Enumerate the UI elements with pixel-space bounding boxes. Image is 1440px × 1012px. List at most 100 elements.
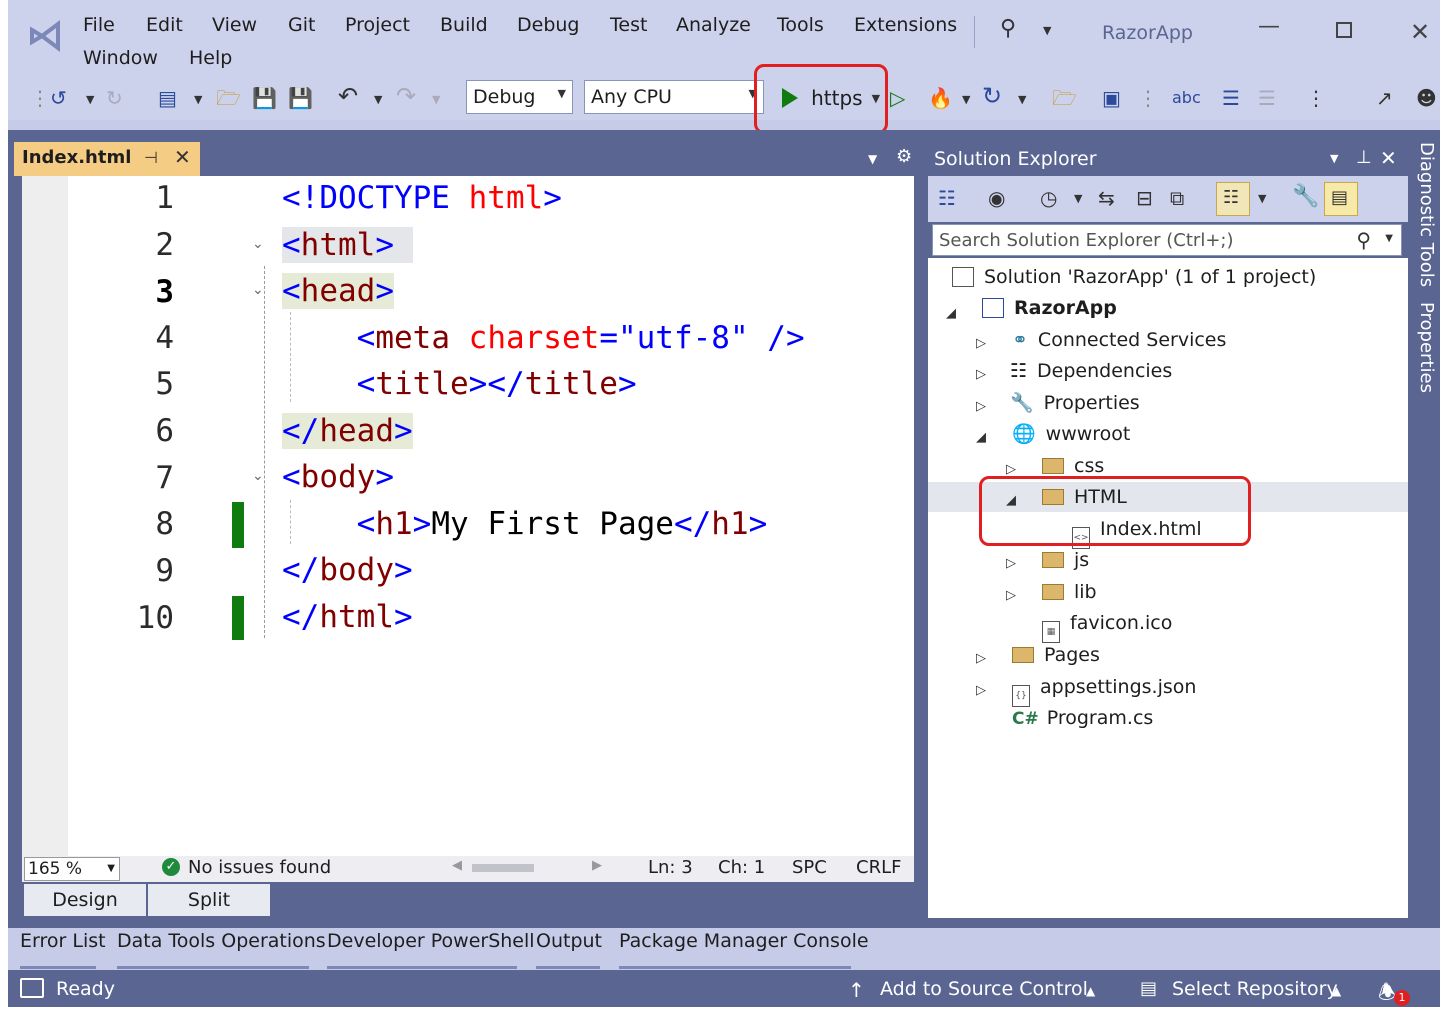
pin-icon[interactable]: ⊥	[1356, 147, 1372, 168]
add-source-control-button[interactable]: Add to Source Control	[880, 978, 1088, 1000]
back-dropdown-icon[interactable]: ▼	[86, 88, 94, 112]
undo-icon[interactable]: ↶	[338, 84, 358, 108]
search-dropdown-icon[interactable]: ▼	[1043, 24, 1051, 37]
menu-project[interactable]: Project	[345, 14, 410, 36]
collapsed-icon[interactable]: ▷	[1006, 556, 1016, 571]
menu-git[interactable]: Git	[288, 14, 315, 36]
tree-item-appsettings[interactable]: {} appsettings.json	[1012, 673, 1196, 707]
tree-item-solution[interactable]: Solution 'RazorApp' (1 of 1 project)	[952, 263, 1316, 291]
tab-developer-powershell[interactable]: Developer PowerShell	[327, 930, 535, 952]
expanded-icon[interactable]: ◢	[946, 306, 956, 321]
window-layout-icon[interactable]: ▣	[1102, 86, 1121, 110]
tab-data-tools-operations[interactable]: Data Tools Operations	[117, 930, 326, 952]
issues-status[interactable]: No issues found	[188, 857, 331, 878]
tree-item-connected-services[interactable]: ⚭ Connected Services	[1012, 326, 1226, 354]
fold-head-icon[interactable]: ⌄	[252, 282, 264, 298]
refresh-icon[interactable]: ↻	[982, 84, 1002, 108]
platform-select[interactable]: Any CPU ▼	[584, 80, 764, 114]
comment-icon[interactable]: ☰	[1222, 86, 1240, 110]
menu-tools[interactable]: Tools	[777, 14, 824, 36]
zoom-select[interactable]: 165 % ▼	[24, 857, 120, 881]
select-repository-button[interactable]: Select Repository	[1172, 978, 1338, 1000]
preview-selected-button[interactable]: ☷	[1216, 182, 1250, 216]
collapsed-icon[interactable]: ▷	[976, 683, 986, 698]
tab-error-list[interactable]: Error List	[20, 930, 106, 952]
horizontal-scrollbar[interactable]	[472, 864, 534, 872]
search-icon[interactable]: ⚲	[1356, 228, 1371, 252]
scroll-right-icon[interactable]: ▶	[592, 858, 602, 873]
tree-item-wwwroot[interactable]: 🌐 wwwroot	[1012, 420, 1130, 448]
line-indicator[interactable]: Ln: 3	[648, 857, 693, 878]
tree-item-project[interactable]: RazorApp	[982, 294, 1117, 322]
menu-debug[interactable]: Debug	[517, 14, 579, 36]
refresh-dropdown-icon[interactable]: ▼	[1018, 88, 1026, 112]
preview-dropdown-icon[interactable]: ▼	[1258, 192, 1266, 205]
spellcheck-icon[interactable]: abc	[1172, 86, 1201, 110]
new-project-icon[interactable]: ▤	[158, 86, 177, 110]
redo-dropdown-icon[interactable]: ▼	[432, 88, 440, 112]
menu-view[interactable]: View	[212, 14, 257, 36]
show-all-files-icon[interactable]: ⧉	[1170, 186, 1184, 210]
collapsed-icon[interactable]: ▷	[976, 399, 986, 414]
tree-item-favicon[interactable]: ▦ favicon.ico	[1042, 609, 1172, 643]
pending-changes-icon[interactable]: ◷	[1040, 186, 1057, 210]
new-dropdown-icon[interactable]: ▼	[194, 88, 202, 112]
expanded-icon[interactable]: ◢	[976, 430, 986, 445]
tree-item-properties[interactable]: 🔧 Properties	[1010, 389, 1140, 417]
menu-analyze[interactable]: Analyze	[676, 14, 751, 36]
fold-body-icon[interactable]: ⌄	[252, 468, 264, 484]
switch-views-icon[interactable]: ☷	[938, 186, 956, 210]
collapsed-icon[interactable]: ▷	[1006, 462, 1016, 477]
account-icon[interactable]: ☻	[1416, 86, 1437, 110]
toolbar-overflow-icon[interactable]: ⋮	[1306, 86, 1326, 110]
panel-dropdown-icon[interactable]: ▼	[1330, 152, 1338, 165]
minimize-button[interactable]: —	[1258, 14, 1280, 39]
search-icon[interactable]: ⚲	[1000, 16, 1016, 41]
chevron-up-icon[interactable]: ▲	[1086, 984, 1095, 998]
tab-split[interactable]: Split	[148, 884, 270, 916]
open-folder-icon[interactable]: 🗁	[216, 86, 241, 110]
undo-dropdown-icon[interactable]: ▼	[374, 88, 382, 112]
hot-reload-icon[interactable]: 🔥	[928, 86, 953, 110]
tab-list-dropdown-icon[interactable]: ▼	[868, 152, 877, 166]
chevron-up-icon[interactable]: ▲	[1332, 984, 1341, 998]
save-icon[interactable]: 💾	[252, 86, 277, 110]
maximize-button[interactable]	[1336, 22, 1352, 38]
tab-output[interactable]: Output	[536, 930, 602, 952]
close-window-button[interactable]: ✕	[1410, 18, 1430, 46]
tree-item-js[interactable]: js	[1042, 546, 1089, 574]
menu-help[interactable]: Help	[189, 47, 232, 69]
menu-window[interactable]: Window	[83, 47, 158, 69]
tab-diagnostic-tools[interactable]: Diagnostic Tools	[1416, 142, 1437, 287]
menu-test[interactable]: Test	[610, 14, 647, 36]
whitespace-indicator[interactable]: SPC	[792, 857, 827, 878]
globe-icon[interactable]: ◉	[988, 186, 1005, 210]
start-without-debug-icon[interactable]: ▷	[890, 86, 905, 110]
wrench-icon[interactable]: 🔧	[1292, 184, 1319, 209]
properties-button[interactable]: ▤	[1324, 182, 1358, 216]
config-select[interactable]: Debug ▼	[466, 80, 573, 114]
close-panel-icon[interactable]: ✕	[1380, 146, 1397, 170]
forward-icon[interactable]: ↻	[106, 86, 123, 110]
tab-design[interactable]: Design	[24, 884, 146, 916]
tree-item-pages[interactable]: Pages	[1012, 641, 1100, 669]
fold-html-icon[interactable]: ⌄	[252, 236, 264, 252]
browse-icon[interactable]: 🗁	[1052, 86, 1077, 110]
gear-icon[interactable]: ⚙	[896, 146, 912, 167]
sync-icon[interactable]: ⇆	[1098, 186, 1115, 210]
uncomment-icon[interactable]: ☰	[1258, 86, 1276, 110]
solution-search-input[interactable]: Search Solution Explorer (Ctrl+;) ⚲ ▼	[932, 224, 1402, 256]
tab-properties[interactable]: Properties	[1416, 302, 1437, 393]
column-indicator[interactable]: Ch: 1	[718, 857, 765, 878]
menu-build[interactable]: Build	[440, 14, 488, 36]
tree-item-program[interactable]: C# Program.cs	[1012, 704, 1153, 733]
tab-index-html[interactable]: Index.html ⊣ ✕	[14, 142, 200, 176]
share-icon[interactable]: ↗	[1376, 86, 1393, 110]
collapsed-icon[interactable]: ▷	[976, 651, 986, 666]
tree-item-lib[interactable]: lib	[1042, 578, 1097, 606]
output-window-icon[interactable]	[20, 978, 44, 998]
scroll-left-icon[interactable]: ◀	[452, 858, 462, 873]
collapsed-icon[interactable]: ▷	[976, 336, 986, 351]
collapsed-icon[interactable]: ▷	[1006, 588, 1016, 603]
hot-reload-dropdown-icon[interactable]: ▼	[962, 88, 970, 112]
